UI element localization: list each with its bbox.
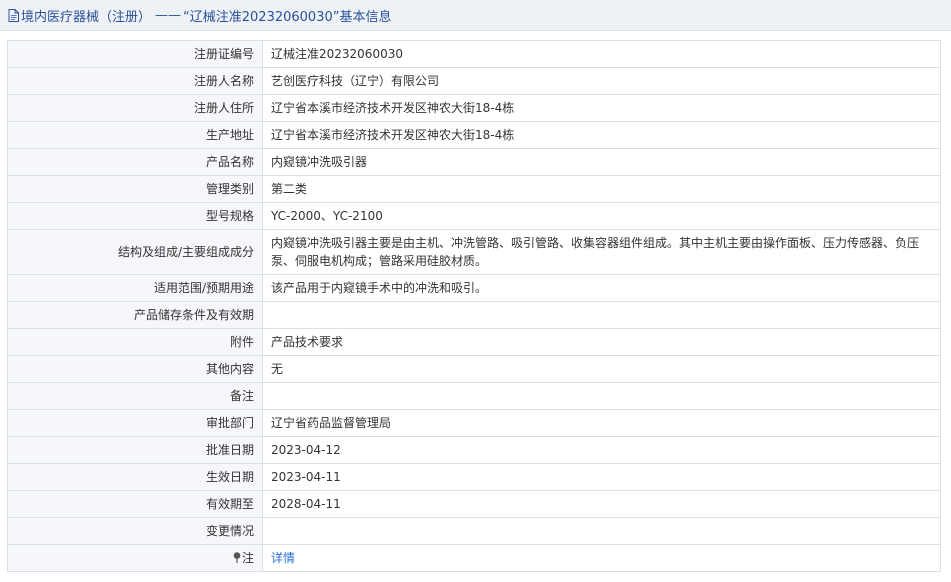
field-value (262, 382, 941, 410)
pin-icon (233, 552, 241, 563)
field-value: YC-2000、YC-2100 (262, 202, 941, 230)
field-value: 辽宁省本溪市经济技术开发区神农大街18-4栋 (262, 121, 941, 149)
field-label: 型号规格 (7, 202, 263, 230)
header-registration-number: “辽械注准20232060030” (183, 9, 340, 25)
field-value: 艺创医疗科技（辽宁）有限公司 (262, 67, 941, 95)
details-link[interactable]: 详情 (271, 551, 295, 565)
header-suffix: 基本信息 (339, 9, 392, 25)
document-icon (8, 8, 19, 22)
page-title-bar: 境内医疗器械（注册） —— “辽械注准20232060030” 基本信息 (0, 0, 951, 31)
table-row: 审批部门 辽宁省药品监督管理局 (7, 409, 941, 437)
table-row: 变更情况 (7, 517, 941, 545)
field-value: 该产品用于内窥镜手术中的冲洗和吸引。 (262, 274, 941, 302)
table-row: 生产地址 辽宁省本溪市经济技术开发区神农大街18-4栋 (7, 121, 941, 149)
field-value: 内窥镜冲洗吸引器 (262, 148, 941, 176)
field-label: 备注 (7, 382, 263, 410)
field-label: 审批部门 (7, 409, 263, 437)
field-label: 产品储存条件及有效期 (7, 301, 263, 329)
table-row: 有效期至 2028-04-11 (7, 490, 941, 518)
header-separator: —— (155, 7, 182, 23)
info-table: 注册证编号 辽械注准20232060030 注册人名称 艺创医疗科技（辽宁）有限… (7, 40, 941, 572)
field-value: 无 (262, 355, 941, 383)
field-label: 适用范围/预期用途 (7, 274, 263, 302)
table-row-note: 注 详情 (7, 544, 941, 572)
table-row: 批准日期 2023-04-12 (7, 436, 941, 464)
field-label: 有效期至 (7, 490, 263, 518)
field-value: 产品技术要求 (262, 328, 941, 356)
table-row: 产品名称 内窥镜冲洗吸引器 (7, 148, 941, 176)
field-value (262, 301, 941, 329)
table-row: 结构及组成/主要组成成分 内窥镜冲洗吸引器主要是由主机、冲洗管路、吸引管路、收集… (7, 229, 941, 275)
table-row: 注册人住所 辽宁省本溪市经济技术开发区神农大街18-4栋 (7, 94, 941, 122)
table-row: 型号规格 YC-2000、YC-2100 (7, 202, 941, 230)
table-row: 产品储存条件及有效期 (7, 301, 941, 329)
field-label: 批准日期 (7, 436, 263, 464)
field-label: 附件 (7, 328, 263, 356)
header-category: 境内医疗器械（注册） (21, 9, 152, 25)
table-row: 管理类别 第二类 (7, 175, 941, 203)
field-value: 辽宁省本溪市经济技术开发区神农大街18-4栋 (262, 94, 941, 122)
note-label: 注 (241, 551, 254, 565)
field-value: 辽械注准20232060030 (262, 40, 941, 68)
table-row: 生效日期 2023-04-11 (7, 463, 941, 491)
note-value-cell: 详情 (262, 544, 941, 572)
field-label: 生产地址 (7, 121, 263, 149)
field-value: 辽宁省药品监督管理局 (262, 409, 941, 437)
field-value (262, 517, 941, 545)
field-label: 注册证编号 (7, 40, 263, 68)
field-value: 内窥镜冲洗吸引器主要是由主机、冲洗管路、吸引管路、收集容器组件组成。其中主机主要… (262, 229, 941, 275)
table-row: 注册证编号 辽械注准20232060030 (7, 40, 941, 68)
field-label: 管理类别 (7, 175, 263, 203)
field-label: 其他内容 (7, 355, 263, 383)
field-label: 注册人名称 (7, 67, 263, 95)
field-label: 生效日期 (7, 463, 263, 491)
field-label: 结构及组成/主要组成成分 (7, 229, 263, 275)
table-row: 其他内容 无 (7, 355, 941, 383)
table-row: 适用范围/预期用途 该产品用于内窥镜手术中的冲洗和吸引。 (7, 274, 941, 302)
field-value: 2023-04-12 (262, 436, 941, 464)
field-value: 2023-04-11 (262, 463, 941, 491)
note-label-cell: 注 (7, 544, 263, 572)
field-value: 第二类 (262, 175, 941, 203)
field-label: 注册人住所 (7, 94, 263, 122)
table-row: 备注 (7, 382, 941, 410)
field-value: 2028-04-11 (262, 490, 941, 518)
table-row: 附件 产品技术要求 (7, 328, 941, 356)
field-label: 变更情况 (7, 517, 263, 545)
field-label: 产品名称 (7, 148, 263, 176)
table-row: 注册人名称 艺创医疗科技（辽宁）有限公司 (7, 67, 941, 95)
